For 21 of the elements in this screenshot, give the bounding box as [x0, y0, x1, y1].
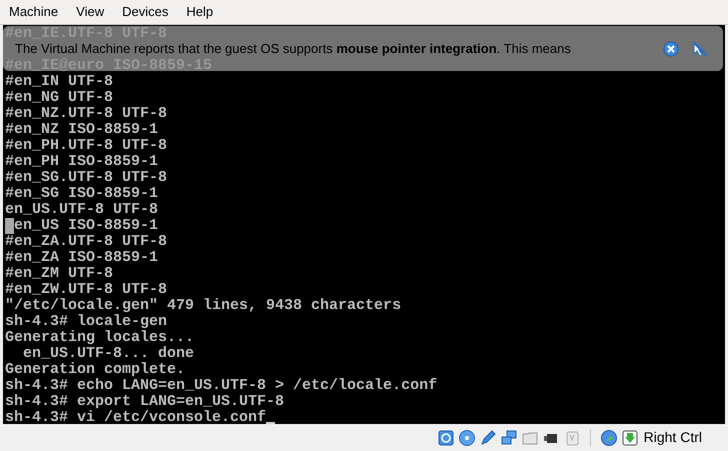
menu-item[interactable]: View [76, 2, 104, 22]
globe-icon[interactable] [600, 428, 618, 446]
terminal-line: Generating locales... [5, 328, 194, 346]
terminal-line: en_US.UTF-8... done [22, 344, 194, 362]
menu-item[interactable]: Devices [122, 2, 168, 22]
host-key-label: Right Ctrl [644, 428, 702, 447]
terminal-line: "/etc/locale.gen" 479 lines, 9438 characters [5, 296, 402, 314]
terminal-line: sh-4.3# vi /etc/vconsole.conf [5, 408, 266, 428]
menu-item[interactable]: Machine [9, 2, 58, 22]
terminal-line: sh-4.3# locale-gen [5, 312, 168, 330]
terminal-line: sh-4.3# echo LANG=en_US.UTF-8 > /etc/locale.conf [5, 376, 438, 394]
cursor-block [5, 218, 14, 234]
terminal-line: Generation complete. [5, 360, 186, 378]
menu-item[interactable]: Help [186, 2, 214, 22]
optical-disc-icon[interactable] [458, 428, 476, 446]
pen-icon[interactable] [478, 428, 497, 446]
terminal-line: sh-4.3# export LANG=en_US.UTF-8 [5, 392, 284, 410]
cursor-underline [266, 422, 276, 424]
network-icon[interactable] [500, 428, 518, 446]
notification-text: The Virtual Machine reports that the guest OS supports mouse pointer integration. This means [15, 40, 572, 58]
close-icon[interactable] [663, 40, 679, 56]
